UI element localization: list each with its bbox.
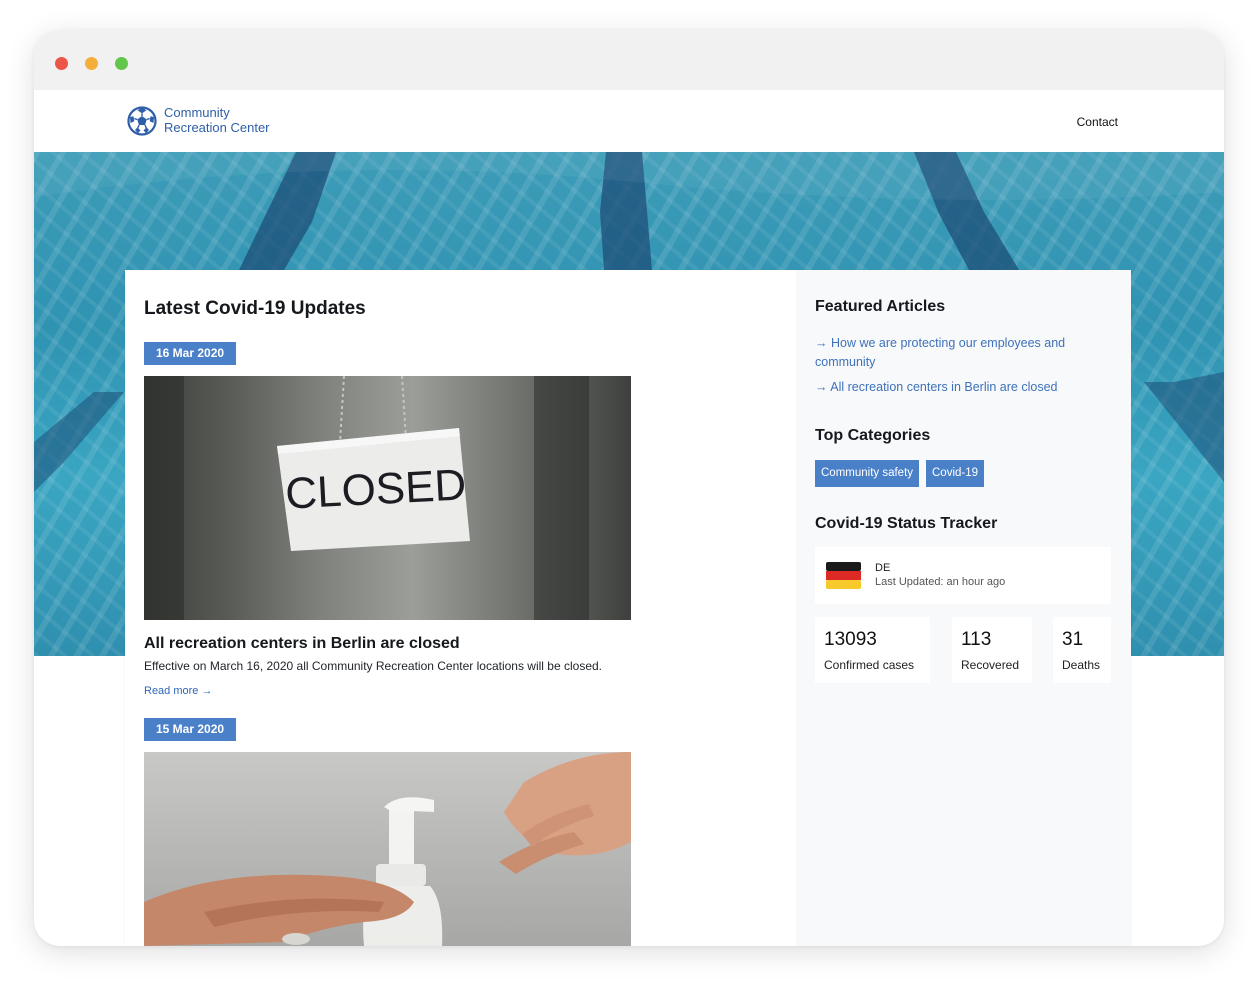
germany-flag-icon [826, 562, 861, 589]
closed-sign-photo[interactable]: CLOSED [144, 376, 631, 620]
category-tag-community-safety[interactable]: Community safety [815, 460, 920, 487]
stat-value: 31 [1062, 629, 1084, 650]
stat-label: Recovered [961, 658, 1020, 672]
minimize-window-button[interactable] [85, 57, 98, 70]
post-title[interactable]: All recreation centers in Berlin are clo… [144, 635, 460, 653]
page-title: Latest Covid-19 Updates [144, 298, 366, 319]
featured-articles-heading: Featured Articles [815, 298, 946, 315]
status-tracker-heading: Covid-19 Status Tracker [815, 515, 998, 532]
nav-contact-link[interactable]: Contact [1077, 115, 1118, 129]
site-header: Community Recreation Center Contact [34, 90, 1224, 153]
read-more-link[interactable]: Read more → [144, 685, 212, 697]
confirmed-cases-stat: 13093 Confirmed cases [815, 617, 930, 683]
closed-sign-text: CLOSED [284, 460, 467, 518]
post-excerpt: Effective on March 16, 2020 all Communit… [144, 659, 603, 673]
stat-label: Confirmed cases [824, 658, 915, 672]
brand-line-1: Community [164, 105, 230, 120]
sidebar: Featured Articles → How we are protectin… [796, 270, 1131, 946]
top-categories-heading: Top Categories [815, 427, 931, 444]
featured-article-link[interactable]: → All recreation centers in Berlin are c… [815, 378, 1085, 397]
brand-name[interactable]: Community Recreation Center [164, 105, 270, 135]
country-status-box: DE Last Updated: an hour ago [815, 547, 1111, 604]
window-titlebar [34, 30, 1224, 90]
deaths-stat: 31 Deaths [1053, 617, 1111, 683]
stat-value: 113 [961, 629, 992, 650]
featured-article-link[interactable]: → How we are protecting our employees an… [815, 334, 1085, 372]
post-date-badge: 15 Mar 2020 [144, 718, 237, 741]
recovered-stat: 113 Recovered [952, 617, 1032, 683]
brand-line-2: Recreation Center [164, 120, 270, 135]
stat-label: Deaths [1062, 658, 1101, 672]
last-updated-text: Last Updated: an hour ago [875, 576, 1006, 588]
hand-sanitizer-photo[interactable] [144, 752, 631, 946]
country-code: DE [875, 562, 891, 574]
category-tag-covid-19[interactable]: Covid-19 [926, 460, 985, 487]
stat-value: 13093 [824, 629, 877, 650]
browser-window: Community Recreation Center Contact Late… [34, 30, 1224, 946]
content-card: Latest Covid-19 Updates 16 Mar 2020 CLOS… [125, 270, 1131, 946]
updates-column: Latest Covid-19 Updates 16 Mar 2020 CLOS… [125, 270, 796, 946]
close-window-button[interactable] [55, 57, 68, 70]
sanitizer-illustration [144, 752, 631, 946]
maximize-window-button[interactable] [115, 57, 128, 70]
closed-sign-illustration: CLOSED [144, 376, 589, 620]
soccer-ball-icon[interactable] [127, 106, 157, 136]
post-date-badge: 16 Mar 2020 [144, 342, 237, 365]
